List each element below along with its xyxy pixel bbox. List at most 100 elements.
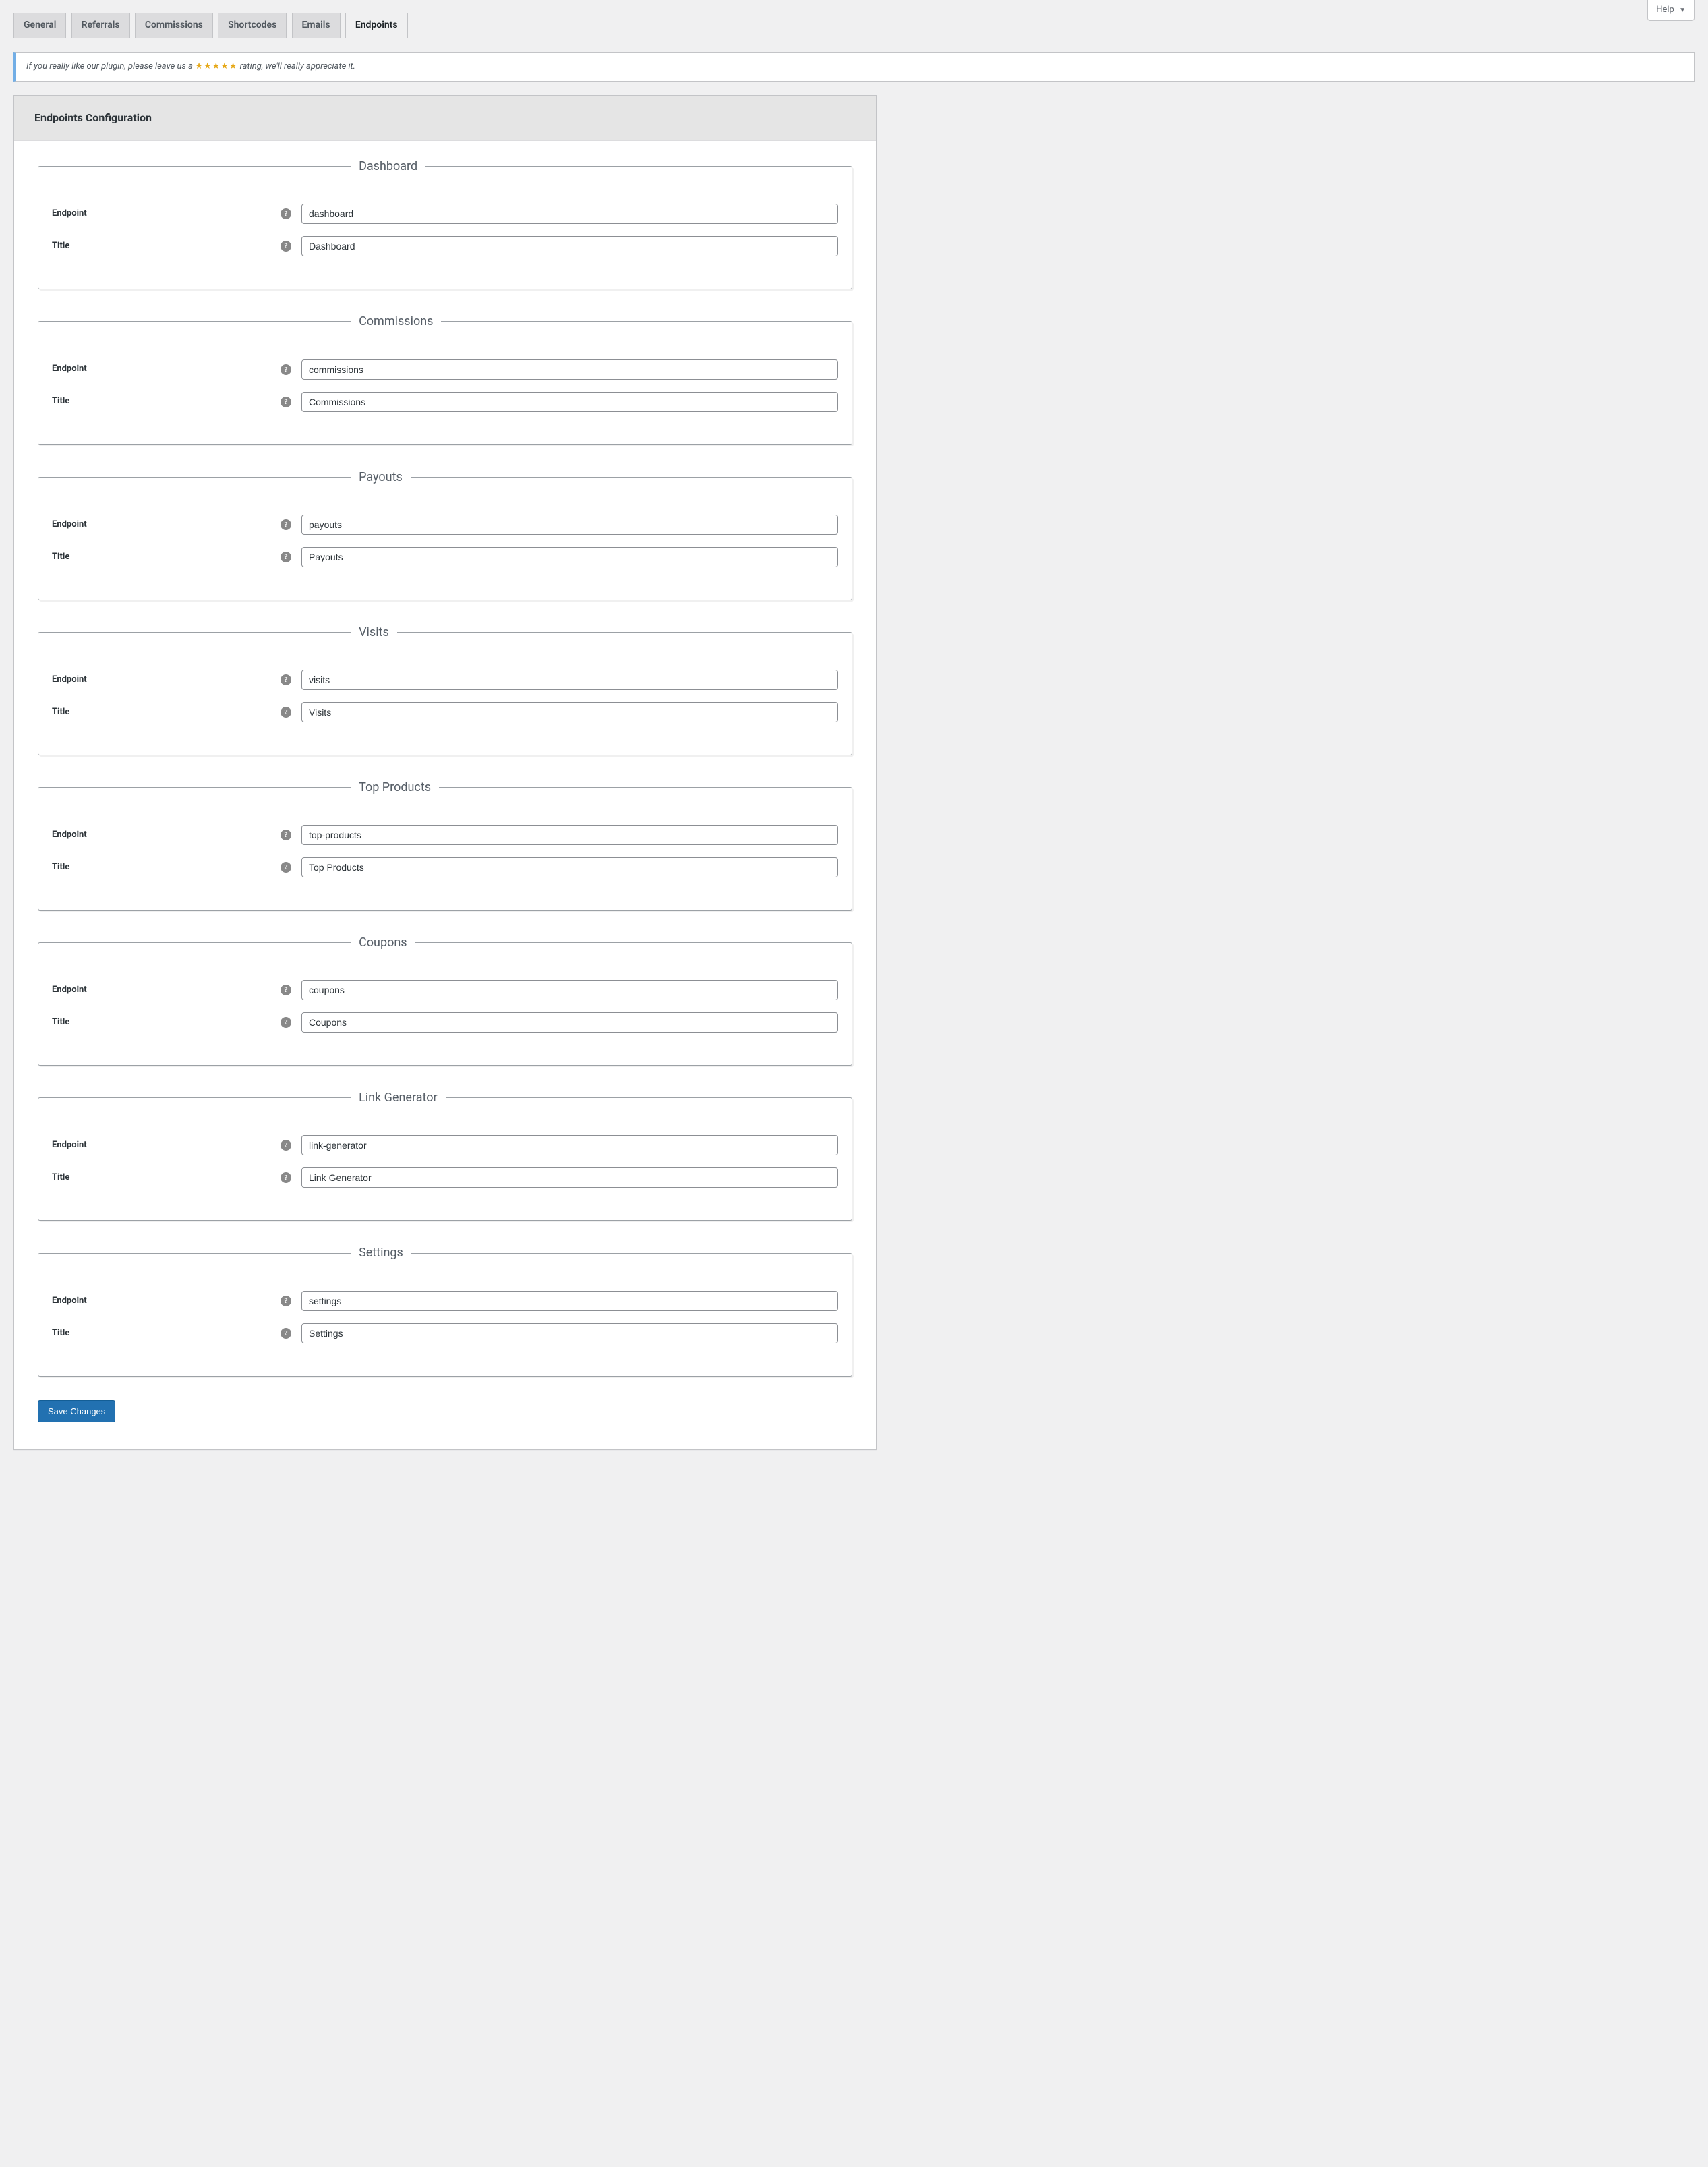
label-text: Title bbox=[52, 240, 69, 252]
section-coupons: CouponsEndpoint?Title? bbox=[38, 934, 852, 1066]
field-input-wrap bbox=[301, 515, 838, 535]
label-text: Endpoint bbox=[52, 208, 87, 220]
label-text: Endpoint bbox=[52, 984, 87, 996]
title-input[interactable] bbox=[301, 1167, 838, 1188]
tab-referrals[interactable]: Referrals bbox=[71, 13, 130, 38]
help-icon[interactable]: ? bbox=[281, 519, 291, 530]
label-text: Endpoint bbox=[52, 1139, 87, 1151]
section-legend: Visits bbox=[351, 624, 397, 641]
field-row-title: Title? bbox=[52, 1012, 838, 1033]
help-icon[interactable]: ? bbox=[281, 241, 291, 252]
title-input[interactable] bbox=[301, 547, 838, 567]
field-input-wrap bbox=[301, 702, 838, 722]
endpoint-input[interactable] bbox=[301, 1135, 838, 1155]
field-row-endpoint: Endpoint? bbox=[52, 980, 838, 1000]
help-icon[interactable]: ? bbox=[281, 1296, 291, 1306]
save-button[interactable]: Save Changes bbox=[38, 1400, 115, 1422]
help-icon[interactable]: ? bbox=[281, 674, 291, 685]
field-label: Title? bbox=[52, 240, 301, 252]
field-input-wrap bbox=[301, 980, 838, 1000]
section-top-products: Top ProductsEndpoint?Title? bbox=[38, 779, 852, 911]
section-legend: Link Generator bbox=[351, 1089, 446, 1106]
label-text: Endpoint bbox=[52, 1295, 87, 1307]
field-input-wrap bbox=[301, 1012, 838, 1033]
field-input-wrap bbox=[301, 236, 838, 256]
field-row-endpoint: Endpoint? bbox=[52, 359, 838, 380]
field-input-wrap bbox=[301, 359, 838, 380]
section-legend: Settings bbox=[351, 1244, 411, 1261]
title-input[interactable] bbox=[301, 1323, 838, 1343]
field-input-wrap bbox=[301, 1323, 838, 1343]
admin-wrap: Help ▼ General Referrals Commissions Sho… bbox=[0, 0, 1708, 1477]
section-dashboard: DashboardEndpoint?Title? bbox=[38, 158, 852, 289]
section-settings: SettingsEndpoint?Title? bbox=[38, 1244, 852, 1376]
label-text: Title bbox=[52, 551, 69, 563]
help-screen-tab[interactable]: Help ▼ bbox=[1647, 0, 1695, 21]
rating-notice: If you really like our plugin, please le… bbox=[13, 52, 1695, 82]
tab-commissions[interactable]: Commissions bbox=[135, 13, 213, 38]
section-visits: VisitsEndpoint?Title? bbox=[38, 624, 852, 755]
field-label: Endpoint? bbox=[52, 984, 301, 996]
field-row-endpoint: Endpoint? bbox=[52, 825, 838, 845]
section-link-generator: Link GeneratorEndpoint?Title? bbox=[38, 1089, 852, 1221]
field-label: Title? bbox=[52, 551, 301, 563]
field-input-wrap bbox=[301, 204, 838, 224]
panel-title: Endpoints Configuration bbox=[14, 96, 876, 141]
field-input-wrap bbox=[301, 1167, 838, 1188]
tab-shortcodes[interactable]: Shortcodes bbox=[218, 13, 287, 38]
field-row-title: Title? bbox=[52, 1323, 838, 1343]
endpoint-input[interactable] bbox=[301, 825, 838, 845]
help-icon[interactable]: ? bbox=[281, 862, 291, 873]
endpoint-input[interactable] bbox=[301, 359, 838, 380]
help-icon[interactable]: ? bbox=[281, 1328, 291, 1339]
title-input[interactable] bbox=[301, 857, 838, 877]
endpoint-input[interactable] bbox=[301, 670, 838, 690]
title-input[interactable] bbox=[301, 702, 838, 722]
section-legend: Top Products bbox=[351, 779, 439, 796]
notice-text-pre: If you really like our plugin, please le… bbox=[26, 61, 195, 71]
field-label: Endpoint? bbox=[52, 363, 301, 375]
star-icon[interactable]: ★★★★★ bbox=[195, 61, 237, 71]
field-row-title: Title? bbox=[52, 702, 838, 722]
title-input[interactable] bbox=[301, 392, 838, 412]
field-label: Endpoint? bbox=[52, 208, 301, 220]
settings-panel: Endpoints Configuration DashboardEndpoin… bbox=[13, 95, 877, 1450]
title-input[interactable] bbox=[301, 1012, 838, 1033]
title-input[interactable] bbox=[301, 236, 838, 256]
help-icon[interactable]: ? bbox=[281, 985, 291, 995]
help-icon[interactable]: ? bbox=[281, 364, 291, 375]
endpoint-input[interactable] bbox=[301, 515, 838, 535]
label-text: Title bbox=[52, 1327, 69, 1339]
help-icon[interactable]: ? bbox=[281, 707, 291, 718]
field-input-wrap bbox=[301, 547, 838, 567]
field-row-title: Title? bbox=[52, 236, 838, 256]
field-label: Title? bbox=[52, 861, 301, 873]
field-input-wrap bbox=[301, 825, 838, 845]
label-text: Title bbox=[52, 1016, 69, 1029]
field-label: Endpoint? bbox=[52, 829, 301, 841]
help-icon[interactable]: ? bbox=[281, 1017, 291, 1028]
endpoint-input[interactable] bbox=[301, 980, 838, 1000]
endpoint-input[interactable] bbox=[301, 1291, 838, 1311]
tab-emails[interactable]: Emails bbox=[292, 13, 341, 38]
field-input-wrap bbox=[301, 1135, 838, 1155]
help-icon[interactable]: ? bbox=[281, 1140, 291, 1151]
endpoint-input[interactable] bbox=[301, 204, 838, 224]
tab-endpoints[interactable]: Endpoints bbox=[345, 13, 408, 38]
field-input-wrap bbox=[301, 392, 838, 412]
tab-general[interactable]: General bbox=[13, 13, 66, 38]
caret-down-icon: ▼ bbox=[1679, 7, 1686, 14]
section-commissions: CommissionsEndpoint?Title? bbox=[38, 313, 852, 444]
label-text: Title bbox=[52, 861, 69, 873]
help-icon[interactable]: ? bbox=[281, 208, 291, 219]
field-label: Title? bbox=[52, 1172, 301, 1184]
help-icon[interactable]: ? bbox=[281, 397, 291, 407]
field-row-title: Title? bbox=[52, 547, 838, 567]
field-row-endpoint: Endpoint? bbox=[52, 515, 838, 535]
help-icon[interactable]: ? bbox=[281, 552, 291, 562]
help-icon[interactable]: ? bbox=[281, 1172, 291, 1183]
label-text: Endpoint bbox=[52, 829, 87, 841]
field-input-wrap bbox=[301, 1291, 838, 1311]
help-icon[interactable]: ? bbox=[281, 830, 291, 840]
field-input-wrap bbox=[301, 670, 838, 690]
